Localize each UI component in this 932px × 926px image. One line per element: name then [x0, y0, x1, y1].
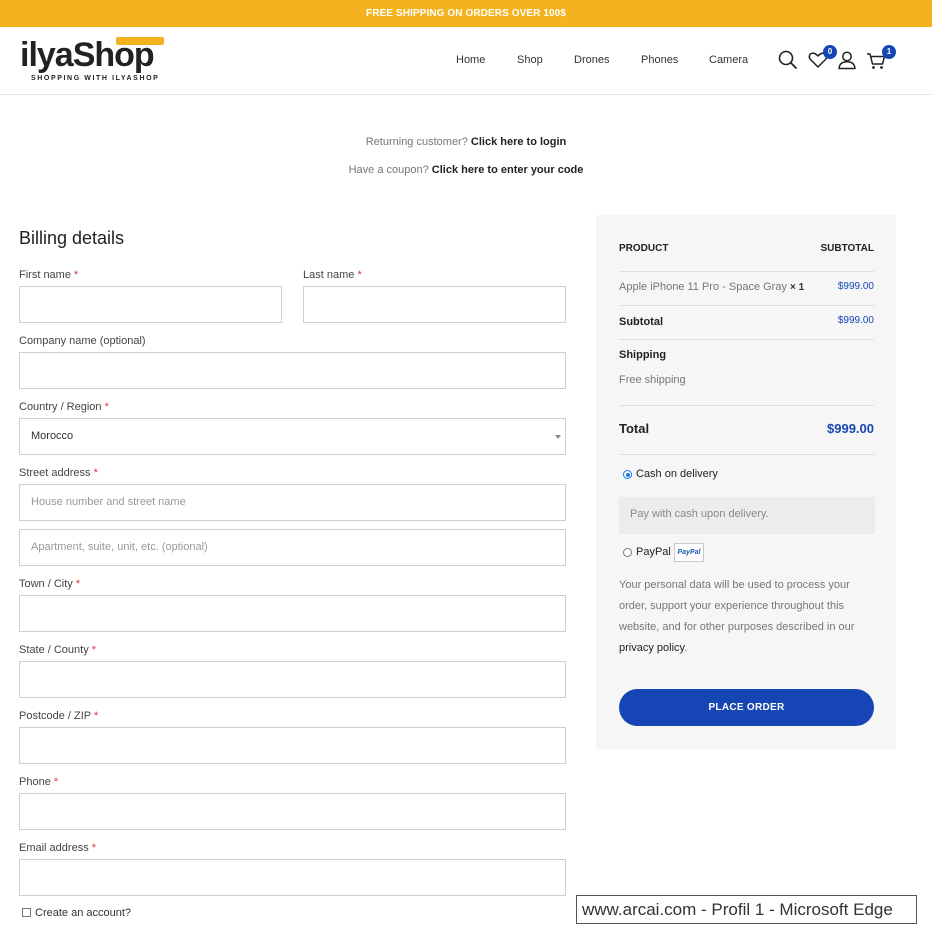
shipping-value: Free shipping	[619, 374, 686, 386]
privacy-notice: Your personal data will be used to proce…	[619, 579, 855, 654]
country-label: Country / Region *	[19, 401, 109, 413]
payment-cod-description: Pay with cash upon delivery.	[619, 497, 875, 534]
last-name-label: Last name *	[303, 269, 362, 281]
total-label: Total	[619, 421, 650, 436]
order-summary: PRODUCT SUBTOTAL Apple iPhone 11 Pro - S…	[596, 215, 896, 749]
divider	[619, 405, 874, 406]
subtotal-value: $999.00	[837, 315, 874, 326]
heart-icon[interactable]: 0	[807, 45, 837, 71]
payment-paypal-radio[interactable]	[623, 548, 632, 557]
search-icon[interactable]	[777, 49, 799, 71]
cart-icon[interactable]: 1	[865, 45, 896, 71]
payment-cod-label[interactable]: Cash on delivery	[636, 468, 718, 480]
nav-phones[interactable]: Phones	[641, 27, 678, 93]
product-header: PRODUCT	[619, 243, 669, 254]
wishlist-count-badge: 0	[823, 45, 837, 59]
street-label: Street address *	[19, 467, 98, 479]
login-notice-text: Returning customer?	[365, 136, 468, 148]
divider	[619, 271, 874, 272]
postcode-label: Postcode / ZIP *	[19, 710, 99, 722]
privacy-policy-link[interactable]: privacy policy	[619, 642, 684, 654]
total-value: $999.00	[827, 421, 874, 436]
order-item-name: Apple iPhone 11 Pro - Space Gray × 1	[619, 281, 805, 293]
coupon-link[interactable]: Click here to enter your code	[432, 164, 584, 176]
email-label: Email address *	[19, 842, 97, 854]
nav-shop[interactable]: Shop	[517, 27, 543, 93]
cart-count-badge: 1	[882, 45, 896, 59]
shipping-label: Shipping	[619, 349, 667, 361]
city-field[interactable]	[19, 595, 566, 632]
phone-label: Phone *	[19, 776, 59, 788]
order-item-price: $999.00	[837, 281, 874, 292]
login-notice: Returning customer? Click here to login	[0, 136, 932, 148]
street-address-field[interactable]: House number and street name	[19, 484, 566, 521]
site-header: ilyaShop SHOPPING WITH ILYASHOP Home Sho…	[0, 27, 932, 95]
free-shipping-banner: FREE SHIPPING ON ORDERS OVER 100$	[0, 0, 932, 27]
last-name-field[interactable]	[303, 286, 566, 323]
payment-cod-radio[interactable]	[623, 470, 632, 479]
country-select[interactable]: Morocco	[19, 418, 566, 455]
create-account-row: Create an account?	[22, 907, 131, 919]
state-field[interactable]	[19, 661, 566, 698]
apartment-placeholder: Apartment, suite, unit, etc. (optional)	[31, 541, 208, 553]
divider	[619, 305, 874, 306]
subtotal-label: Subtotal	[619, 316, 663, 328]
nav-drones[interactable]: Drones	[574, 27, 609, 93]
browser-tooltip: www.arcai.com - Profil 1 - Microsoft Edg…	[576, 895, 917, 924]
first-name-field[interactable]	[19, 286, 282, 323]
first-name-label: First name *	[19, 269, 79, 281]
divider	[619, 339, 874, 340]
company-label: Company name (optional)	[19, 335, 146, 347]
user-icon[interactable]	[836, 49, 858, 71]
create-account-checkbox[interactable]	[22, 908, 31, 917]
login-link[interactable]: Click here to login	[471, 136, 566, 148]
payment-paypal-label[interactable]: PayPal	[636, 546, 671, 558]
divider	[619, 454, 874, 455]
company-field[interactable]	[19, 352, 566, 389]
billing-title: Billing details	[19, 228, 125, 248]
place-order-button[interactable]: PLACE ORDER	[619, 689, 874, 726]
nav-home[interactable]: Home	[456, 27, 485, 93]
state-label: State / County *	[19, 644, 97, 656]
coupon-notice-text: Have a coupon?	[348, 164, 429, 176]
postcode-field[interactable]	[19, 727, 566, 764]
chevron-down-icon	[555, 435, 561, 439]
create-account-label[interactable]: Create an account?	[35, 907, 131, 919]
paypal-logo-icon: PayPal	[674, 543, 704, 562]
nav-camera[interactable]: Camera	[709, 27, 748, 93]
phone-field[interactable]	[19, 793, 566, 830]
city-label: Town / City *	[19, 578, 81, 590]
street-placeholder: House number and street name	[31, 496, 186, 508]
country-value: Morocco	[31, 430, 74, 442]
order-item-qty: × 1	[790, 282, 805, 293]
coupon-notice: Have a coupon? Click here to enter your …	[0, 164, 932, 176]
email-field[interactable]	[19, 859, 566, 896]
subtotal-header: SUBTOTAL	[820, 243, 874, 254]
apartment-field[interactable]: Apartment, suite, unit, etc. (optional)	[19, 529, 566, 566]
